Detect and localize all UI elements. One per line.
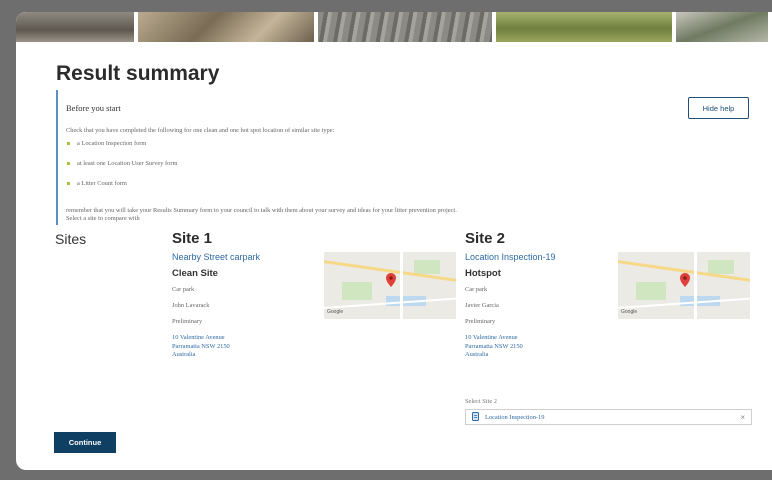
site-1-category: Car park bbox=[172, 286, 195, 293]
sites-label: Sites bbox=[55, 231, 87, 247]
site-1-status: Preliminary bbox=[172, 318, 203, 325]
site-1-map[interactable]: Google bbox=[324, 252, 456, 319]
bullet-icon bbox=[67, 142, 70, 145]
continue-button[interactable]: Continue bbox=[54, 432, 116, 453]
address-line: Parramatta NSW 2150 bbox=[465, 342, 523, 350]
checklist-item: at least one Location User Survey form bbox=[66, 160, 177, 180]
banner-image bbox=[16, 12, 134, 42]
site-1-address[interactable]: 10 Valentine Avenue Parramatta NSW 2150 … bbox=[172, 334, 230, 360]
page-title: Result summary bbox=[56, 62, 220, 85]
help-outro-text: remember that you will take your Results… bbox=[66, 207, 457, 214]
site-1-name-link[interactable]: Nearby Street carpark bbox=[172, 252, 260, 262]
site-2-panel: Site 2 Location Inspection-19 Hotspot Ca… bbox=[465, 230, 615, 370]
header-banner bbox=[16, 12, 772, 42]
site-2-heading: Site 2 bbox=[465, 230, 506, 247]
checklist: a Location Inspection form at least one … bbox=[66, 140, 177, 200]
help-heading: Before you start bbox=[66, 103, 121, 113]
clear-icon[interactable]: × bbox=[740, 413, 745, 422]
bullet-icon bbox=[67, 162, 70, 165]
map-logo: Google bbox=[327, 309, 344, 315]
select-site-2-value: Location Inspection-19 bbox=[485, 413, 545, 421]
hide-help-button[interactable]: Hide help bbox=[688, 97, 749, 119]
help-panel: Before you start Check that you have com… bbox=[56, 90, 756, 225]
banner-image bbox=[676, 12, 768, 42]
banner-image bbox=[318, 12, 492, 42]
site-2-map[interactable]: Google bbox=[618, 252, 750, 319]
address-line: 10 Valentine Avenue bbox=[465, 334, 518, 341]
address-line: 10 Valentine Avenue bbox=[172, 334, 225, 341]
site-2-person: Javier Garcia bbox=[465, 302, 499, 309]
checklist-item: a Litter Count form bbox=[66, 180, 177, 200]
site-1-panel: Site 1 Nearby Street carpark Clean Site … bbox=[172, 230, 322, 370]
site-2-category: Car park bbox=[465, 286, 488, 293]
address-line: Parramatta NSW 2150 bbox=[172, 342, 230, 350]
page-frame: Result summary Before you start Check th… bbox=[16, 12, 772, 470]
select-site-2-field[interactable]: Location Inspection-19 × bbox=[465, 409, 752, 425]
map-logo: Google bbox=[621, 309, 638, 315]
site-2-address[interactable]: 10 Valentine Avenue Parramatta NSW 2150 … bbox=[465, 334, 523, 360]
site-2-name-link[interactable]: Location Inspection-19 bbox=[465, 252, 556, 262]
banner-image bbox=[496, 12, 672, 42]
document-icon bbox=[472, 408, 479, 426]
site-1-type: Clean Site bbox=[172, 268, 218, 279]
site-2-type: Hotspot bbox=[465, 268, 501, 279]
address-line: Australia bbox=[465, 351, 489, 358]
banner-image bbox=[138, 12, 314, 42]
select-site-2-label: Select Site 2 bbox=[465, 398, 497, 405]
bullet-icon bbox=[67, 182, 70, 185]
site-2-status: Preliminary bbox=[465, 318, 496, 325]
help-outro: remember that you will take your Results… bbox=[66, 207, 716, 223]
site-1-person: John Lavarack bbox=[172, 302, 210, 309]
site-1-heading: Site 1 bbox=[172, 230, 213, 247]
select-site-prompt: Select a site to compare with bbox=[66, 215, 140, 222]
checklist-item: a Location Inspection form bbox=[66, 140, 177, 160]
help-intro: Check that you have completed the follow… bbox=[66, 127, 335, 134]
address-line: Australia bbox=[172, 351, 196, 358]
